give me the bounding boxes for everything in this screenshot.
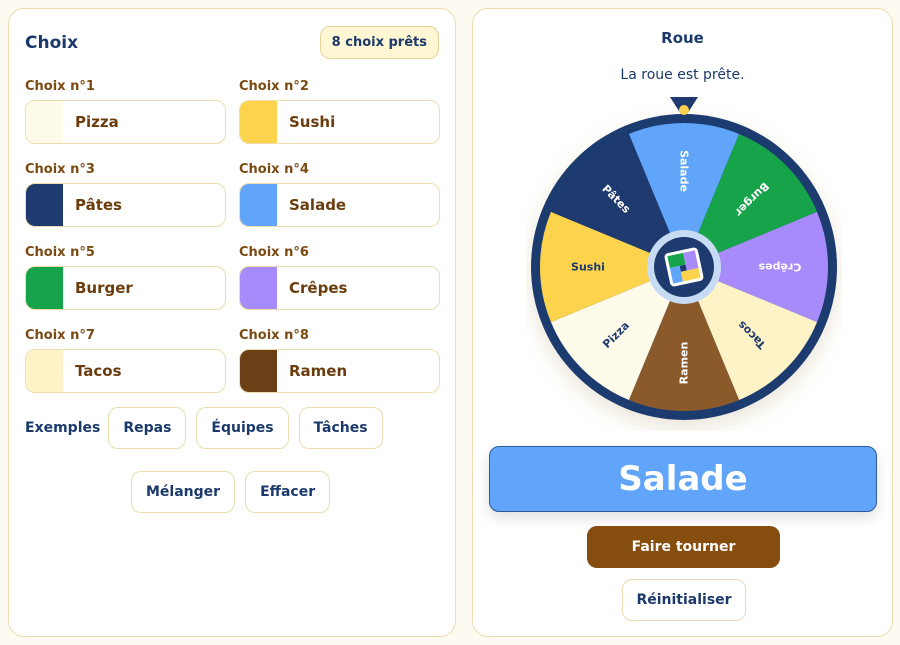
choice-input[interactable]: Tacos	[25, 349, 226, 393]
wheel-panel: Roue La roue est prête. Salade Burger Crêp…	[472, 8, 893, 637]
ready-count-badge: 8 choix prêts	[319, 26, 439, 59]
choice-input[interactable]: Salade	[239, 183, 440, 227]
choice-color-swatch[interactable]	[240, 350, 277, 392]
choice-value: Sushi	[289, 113, 336, 131]
choice-6: Choix n°6 Crêpes	[239, 241, 440, 324]
choices-grid: Choix n°1 Pizza Choix n°2 Sushi Choix n°…	[25, 75, 440, 407]
wheel-segment-label: Sushi	[571, 261, 605, 274]
example-taches-button[interactable]: Tâches	[298, 407, 383, 449]
choice-value: Tacos	[75, 362, 122, 380]
choice-3: Choix n°3 Pâtes	[25, 158, 226, 241]
choice-value: Burger	[75, 279, 133, 297]
choice-color-swatch[interactable]	[240, 101, 277, 143]
choices-panel: Choix 8 choix prêts Choix n°1 Pizza Choi…	[8, 8, 456, 637]
spin-wheel[interactable]: SaladeBurgerCrêpesTacosRamenPizzaSushiPâ…	[526, 97, 842, 431]
choice-input[interactable]: Ramen	[239, 349, 440, 393]
examples-label: Exemples	[25, 420, 101, 436]
list-actions: Mélanger Effacer	[131, 471, 340, 513]
choice-label: Choix n°2	[239, 79, 309, 94]
choice-4: Choix n°4 Salade	[239, 158, 440, 241]
choice-label: Choix n°3	[25, 162, 95, 177]
choice-input[interactable]: Crêpes	[239, 266, 440, 310]
choice-input[interactable]: Pâtes	[25, 183, 226, 227]
examples-row: Exemples Repas Équipes Tâches	[25, 407, 393, 449]
choice-input[interactable]: Pizza	[25, 100, 226, 144]
choice-2: Choix n°2 Sushi	[239, 75, 440, 158]
example-repas-button[interactable]: Repas	[108, 407, 187, 449]
choice-color-swatch[interactable]	[26, 101, 63, 143]
choice-color-swatch[interactable]	[26, 184, 63, 226]
choice-input[interactable]: Sushi	[239, 100, 440, 144]
choice-5: Choix n°5 Burger	[25, 241, 226, 324]
choice-7: Choix n°7 Tacos	[25, 324, 226, 407]
choice-label: Choix n°4	[239, 162, 309, 177]
wheel-status-text: La roue est prête.	[620, 67, 745, 83]
choice-input[interactable]: Burger	[25, 266, 226, 310]
choice-label: Choix n°8	[239, 328, 309, 343]
result-display: Salade	[489, 446, 877, 512]
wheel-segment-label: Ramen	[678, 342, 691, 385]
choice-color-swatch[interactable]	[240, 184, 277, 226]
choice-1: Choix n°1 Pizza	[25, 75, 226, 158]
shuffle-button[interactable]: Mélanger	[131, 471, 236, 513]
reset-button[interactable]: Réinitialiser	[622, 579, 746, 621]
choice-8: Choix n°8 Ramen	[239, 324, 440, 407]
choice-label: Choix n°1	[25, 79, 95, 94]
example-equipes-button[interactable]: Équipes	[196, 407, 289, 449]
choice-value: Pâtes	[75, 196, 122, 214]
choice-label: Choix n°6	[239, 245, 309, 260]
choice-value: Ramen	[289, 362, 348, 380]
wheel-segment-label: Salade	[678, 150, 691, 192]
wheel-panel-title: Roue	[661, 29, 704, 47]
choice-color-swatch[interactable]	[26, 267, 63, 309]
choice-value: Pizza	[75, 113, 119, 131]
wheel-segment-label: Crêpes	[758, 261, 801, 274]
choice-label: Choix n°5	[25, 245, 95, 260]
spin-button[interactable]: Faire tourner	[587, 526, 780, 568]
choice-value: Crêpes	[289, 279, 348, 297]
choice-color-swatch[interactable]	[240, 267, 277, 309]
choice-color-swatch[interactable]	[26, 350, 63, 392]
colorful-square-logo-icon	[664, 247, 704, 287]
clear-button[interactable]: Effacer	[245, 471, 331, 513]
choice-label: Choix n°7	[25, 328, 95, 343]
choices-panel-title: Choix	[25, 33, 79, 53]
choice-value: Salade	[289, 196, 347, 214]
